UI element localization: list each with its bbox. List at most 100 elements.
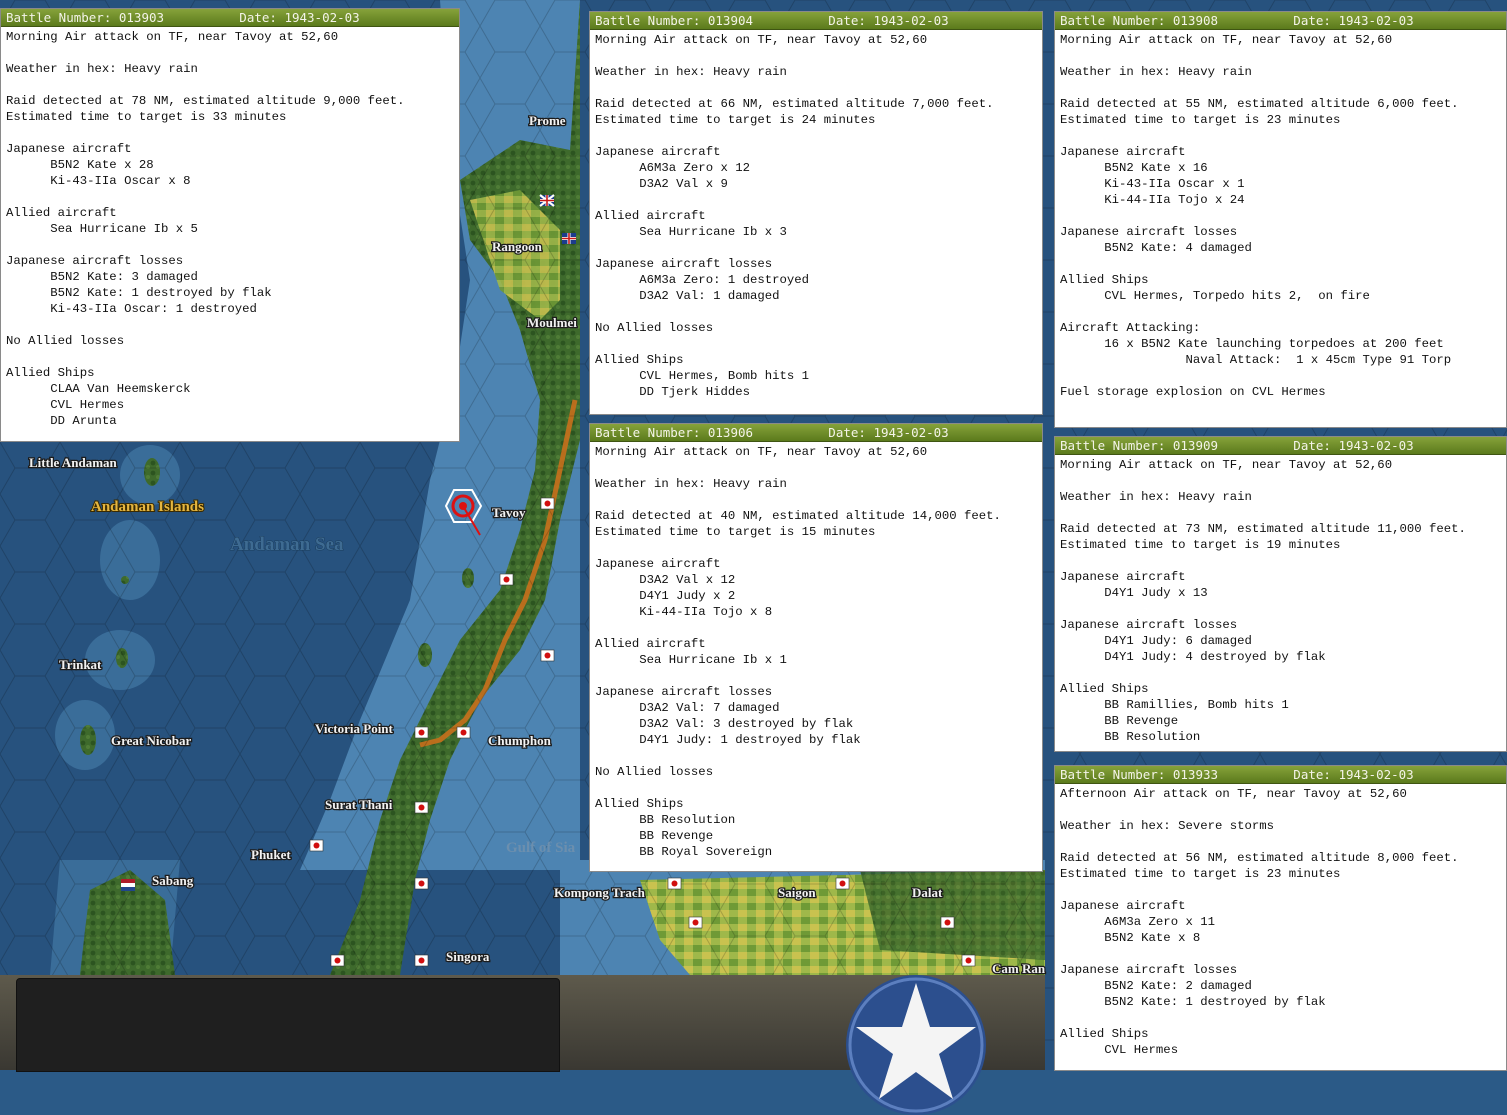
report-line [1060,256,1501,272]
report-line: A6M3a Zero: 1 destroyed [595,273,810,287]
combat-report-013933[interactable]: Battle Number: 013933 Date: 1943-02-03 A… [1054,765,1507,1071]
report-line: D3A2 Val: 7 damaged [595,701,780,715]
message-console[interactable] [16,978,560,1072]
label-tavoy: Tavoy [492,505,526,520]
report-line [6,77,454,93]
report-line [1060,80,1501,96]
report-line: Raid detected at 56 NM, estimated altitu… [1060,851,1459,865]
report-line [1060,946,1501,962]
label-kompong-trach: Kompong Trach [554,885,646,900]
report-line: A6M3a Zero x 11 [1060,915,1215,929]
label-andaman-sea: Andaman Sea [230,534,344,555]
report-line: Sea Hurricane Ib x 5 [6,222,198,236]
report-header[interactable]: Battle Number: 013933 Date: 1943-02-03 [1055,766,1506,784]
report-line: Japanese aircraft losses [595,685,773,699]
report-line: 16 x B5N2 Kate launching torpedoes at 20… [1060,337,1444,351]
label-little-andaman: Little Andaman [29,455,118,470]
report-header[interactable]: Battle Number: 013908 Date: 1943-02-03 [1055,12,1506,30]
report-line: B5N2 Kate x 28 [6,158,154,172]
report-line [1060,128,1501,144]
report-line [595,48,1037,64]
report-line [1060,368,1501,384]
report-line: Allied Ships [595,353,684,367]
report-line: DD Arunta [6,414,117,428]
report-body: Morning Air attack on TF, near Tavoy at … [1055,30,1506,402]
report-line [595,460,1037,476]
report-line: Allied Ships [1060,682,1149,696]
report-line [595,80,1037,96]
report-line: BB Ramillies, Bomb hits 1 [1060,698,1289,712]
report-line: Estimated time to target is 23 minutes [1060,867,1341,881]
report-line: Morning Air attack on TF, near Tavoy at … [595,33,928,47]
report-line [595,240,1037,256]
report-line: Weather in hex: Heavy rain [595,65,787,79]
label-rangoon: Rangoon [492,239,543,254]
combat-report-013903[interactable]: Battle Number: 013903 Date: 1943-02-03 M… [0,8,460,442]
report-line: CVL Hermes, Bomb hits 1 [595,369,810,383]
report-line: Raid detected at 55 NM, estimated altitu… [1060,97,1459,111]
report-line [1060,473,1501,489]
report-line: Allied Ships [1060,1027,1149,1041]
report-line [595,492,1037,508]
report-body: Afternoon Air attack on TF, near Tavoy a… [1055,784,1506,1060]
report-line: Estimated time to target is 33 minutes [6,110,287,124]
combat-report-013906[interactable]: Battle Number: 013906 Date: 1943-02-03 M… [589,423,1043,872]
allied-star-roundel-icon[interactable] [846,975,986,1115]
report-line: Allied aircraft [6,206,117,220]
report-line: Japanese aircraft losses [6,254,184,268]
report-header[interactable]: Battle Number: 013903 Date: 1943-02-03 [1,9,459,27]
report-line: Raid detected at 73 NM, estimated altitu… [1060,522,1466,536]
british-base-marker[interactable] [562,233,576,244]
report-line [1060,48,1501,64]
report-line [6,45,454,61]
report-line [1060,834,1501,850]
report-line: Weather in hex: Severe storms [1060,819,1275,833]
report-line [595,336,1037,352]
report-header[interactable]: Battle Number: 013906 Date: 1943-02-03 [590,424,1042,442]
dutch-base-marker[interactable] [121,879,135,891]
report-line: Estimated time to target is 19 minutes [1060,538,1341,552]
report-line: Sea Hurricane Ib x 1 [595,653,787,667]
report-line [1060,208,1501,224]
report-body: Morning Air attack on TF, near Tavoy at … [590,30,1042,402]
report-header[interactable]: Battle Number: 013904 Date: 1943-02-03 [590,12,1042,30]
report-body: Morning Air attack on TF, near Tavoy at … [1055,455,1506,747]
report-line: D3A2 Val: 1 damaged [595,289,780,303]
report-line: Allied aircraft [595,209,706,223]
report-line [595,540,1037,556]
report-line: Raid detected at 78 NM, estimated altitu… [6,94,405,108]
report-line [6,349,454,365]
report-header[interactable]: Battle Number: 013909 Date: 1943-02-03 [1055,437,1506,455]
report-line: Morning Air attack on TF, near Tavoy at … [1060,458,1393,472]
report-line: Estimated time to target is 23 minutes [1060,113,1341,127]
report-line: B5N2 Kate: 4 damaged [1060,241,1252,255]
label-surat-thani: Surat Thani [325,797,393,812]
report-line [1060,601,1501,617]
report-line: D3A2 Val: 3 destroyed by flak [595,717,854,731]
report-line: No Allied losses [6,334,125,348]
report-line: Sea Hurricane Ib x 3 [595,225,787,239]
label-great-nicobar: Great Nicobar [111,733,191,748]
report-line: D4Y1 Judy: 1 destroyed by flak [595,733,861,747]
report-line: BB Resolution [1060,730,1201,744]
label-sabang: Sabang [152,873,194,888]
label-chumphon: Chumphon [488,733,552,748]
report-line [1060,665,1501,681]
report-line: CVL Hermes [6,398,125,412]
report-line: BB Resolution [595,813,736,827]
report-line: B5N2 Kate: 1 destroyed by flak [1060,995,1326,1009]
combat-report-013908[interactable]: Battle Number: 013908 Date: 1943-02-03 M… [1054,11,1507,428]
report-line: Japanese aircraft [6,142,132,156]
label-phuket: Phuket [251,847,291,862]
report-line [6,237,454,253]
report-line: Allied Ships [1060,273,1149,287]
report-line: D4Y1 Judy x 2 [595,589,736,603]
report-line: D3A2 Val x 12 [595,573,736,587]
report-line: BB Royal Sovereign [595,845,773,859]
british-base-marker[interactable] [539,194,555,207]
report-line: Ki-43-IIa Oscar x 1 [1060,177,1245,191]
report-line: Japanese aircraft [1060,899,1186,913]
report-line [6,125,454,141]
combat-report-013909[interactable]: Battle Number: 013909 Date: 1943-02-03 M… [1054,436,1507,752]
combat-report-013904[interactable]: Battle Number: 013904 Date: 1943-02-03 M… [589,11,1043,415]
